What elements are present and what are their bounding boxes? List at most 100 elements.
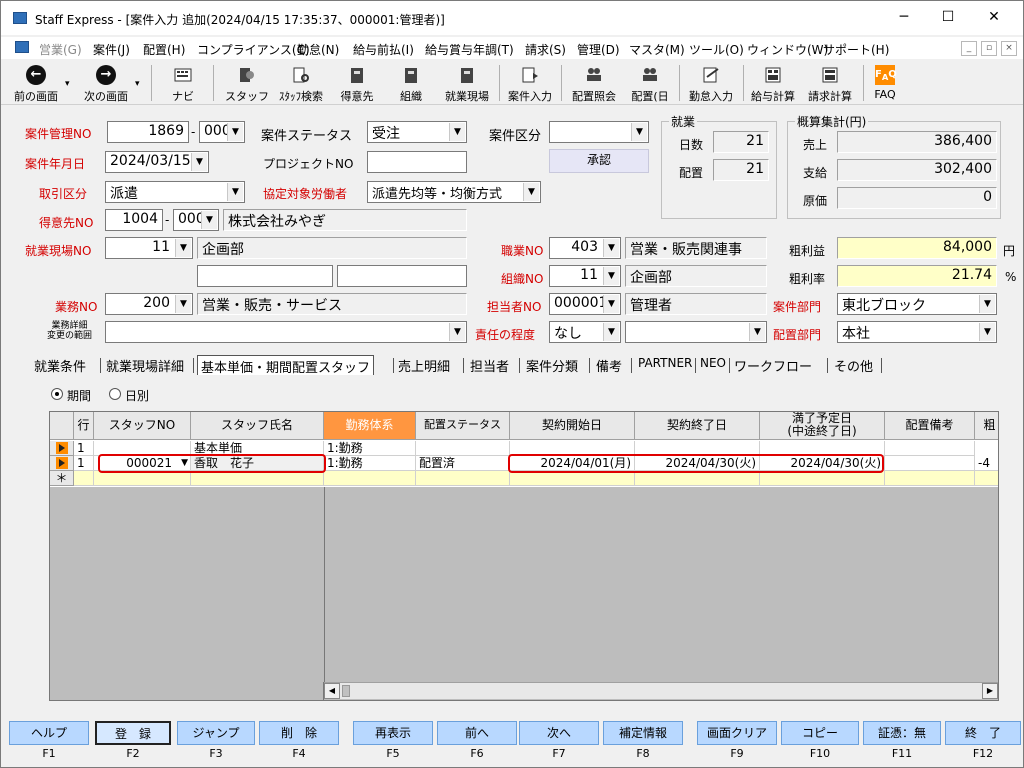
f4-delete-button[interactable]: 削 除 bbox=[259, 721, 339, 745]
resp-combo[interactable]: なし ▼ bbox=[549, 321, 621, 343]
toolbar-workplace-button[interactable]: 就業現場 bbox=[441, 63, 493, 103]
tab-owner[interactable]: 担当者 bbox=[467, 355, 512, 375]
tab-unit-price-staff[interactable]: 基本単価・期間配置スタッフ bbox=[197, 355, 375, 376]
owner-no-combo[interactable]: 000001 ▼ bbox=[549, 293, 621, 315]
tab-remarks[interactable]: 備考 bbox=[593, 355, 625, 375]
table-cell[interactable]: 1:勤務 bbox=[324, 441, 416, 456]
tab-case-class[interactable]: 案件分類 bbox=[523, 355, 581, 375]
table-cell[interactable] bbox=[416, 471, 510, 486]
case-sub-combo[interactable]: 000 ▼ bbox=[199, 121, 245, 143]
table-cell[interactable] bbox=[760, 471, 885, 486]
f10-copy-button[interactable]: コピー bbox=[781, 721, 859, 745]
grid-horizontal-scrollbar[interactable]: ◀ ▶ bbox=[324, 682, 998, 699]
row-header[interactable] bbox=[50, 441, 74, 456]
customer-sub-combo[interactable]: 000 ▼ bbox=[173, 209, 219, 231]
f3-jump-button[interactable]: ジャンプ bbox=[177, 721, 255, 745]
toolbar-billing-button[interactable]: 請求計算 bbox=[803, 63, 857, 103]
date-combo[interactable]: 2024/03/15 ▼ bbox=[105, 151, 209, 173]
col-header-contract-start[interactable]: 契約開始日 bbox=[510, 412, 635, 440]
tab-other[interactable]: その他 bbox=[831, 355, 876, 375]
menu-tools[interactable]: ツール(O) bbox=[689, 41, 744, 58]
table-cell[interactable] bbox=[885, 441, 975, 456]
site-address1-input[interactable] bbox=[197, 265, 333, 287]
col-header-placement-note[interactable]: 配置備考 bbox=[885, 412, 975, 440]
menu-compliance[interactable]: コンプライアンス(C) bbox=[197, 41, 310, 58]
table-cell[interactable] bbox=[885, 471, 975, 486]
table-cell[interactable]: 1:勤務 bbox=[324, 456, 416, 471]
period-radio[interactable] bbox=[51, 388, 63, 400]
col-header-staff-name[interactable]: スタッフ氏名 bbox=[191, 412, 324, 440]
menu-billing[interactable]: 請求(S) bbox=[525, 41, 566, 58]
table-cell[interactable] bbox=[975, 471, 998, 486]
col-header-work-system[interactable]: 勤務体系 bbox=[324, 412, 416, 440]
mdi-restore-button[interactable]: ▫ bbox=[981, 41, 997, 56]
scroll-thumb[interactable] bbox=[342, 685, 350, 697]
f12-exit-button[interactable]: 終 了 bbox=[945, 721, 1021, 745]
detail-combo[interactable]: ▼ bbox=[105, 321, 467, 343]
menu-sales[interactable]: 営業(G) bbox=[39, 41, 82, 58]
toolbar-organization-button[interactable]: 組織 bbox=[389, 63, 433, 103]
table-cell[interactable] bbox=[324, 471, 416, 486]
col-header-placement-status[interactable]: 配置ステータス bbox=[416, 412, 510, 440]
case-no-input[interactable]: 1869 bbox=[107, 121, 189, 143]
col-header-staff-no[interactable]: スタッフNO bbox=[94, 412, 191, 440]
table-cell[interactable] bbox=[885, 456, 975, 471]
scroll-left-icon[interactable]: ◀ bbox=[324, 683, 340, 699]
scroll-right-icon[interactable]: ▶ bbox=[982, 683, 998, 699]
f1-help-button[interactable]: ヘルプ bbox=[9, 721, 89, 745]
table-cell[interactable]: 配置済 bbox=[416, 456, 510, 471]
table-cell[interactable]: -4 bbox=[975, 456, 998, 471]
status-combo[interactable]: 受注 ▼ bbox=[367, 121, 467, 143]
menu-placement[interactable]: 配置(H) bbox=[143, 41, 185, 58]
new-row-marker[interactable]: ＊ bbox=[50, 471, 74, 486]
approve-button[interactable]: 承認 bbox=[549, 149, 649, 173]
table-cell[interactable] bbox=[94, 471, 191, 486]
table-cell[interactable] bbox=[191, 471, 324, 486]
menu-salary[interactable]: 給与賞与年調(T) bbox=[425, 41, 514, 58]
toolbar-payroll-button[interactable]: 給与計算 bbox=[747, 63, 799, 103]
site-no-combo[interactable]: 11 ▼ bbox=[105, 237, 193, 259]
f5-refresh-button[interactable]: 再表示 bbox=[353, 721, 433, 745]
org-no-combo[interactable]: 11 ▼ bbox=[549, 265, 621, 287]
dept-combo[interactable]: 東北ブロック ▼ bbox=[837, 293, 997, 315]
toolbar-staff-search-button[interactable]: ｽﾀｯﾌ検索 bbox=[273, 63, 329, 103]
job-no-combo[interactable]: 403 ▼ bbox=[549, 237, 621, 259]
agreement-combo[interactable]: 派遣先均等・均衡方式 ▼ bbox=[367, 181, 541, 203]
col-header-row[interactable]: 行 bbox=[74, 412, 94, 440]
toolbar-attendance-button[interactable]: 勤怠入力 bbox=[685, 63, 737, 103]
toolbar-navi-button[interactable]: ナビ bbox=[163, 63, 203, 103]
tab-work-conditions[interactable]: 就業条件 bbox=[31, 355, 89, 375]
category-combo[interactable]: ▼ bbox=[549, 121, 649, 143]
f2-register-button[interactable]: 登 録 bbox=[95, 721, 171, 745]
project-input[interactable] bbox=[367, 151, 467, 173]
f7-next-button[interactable]: 次へ bbox=[519, 721, 599, 745]
maximize-button[interactable]: ☐ bbox=[937, 7, 959, 29]
table-cell[interactable] bbox=[416, 441, 510, 456]
forward-dropdown-icon[interactable]: ▾ bbox=[135, 79, 140, 89]
menu-window[interactable]: ウィンドウ(W) bbox=[747, 41, 828, 58]
table-cell[interactable] bbox=[635, 471, 760, 486]
site-address2-input[interactable] bbox=[337, 265, 467, 287]
col-header-expire[interactable]: 満了予定日 (中途終了日) bbox=[760, 412, 885, 440]
f9-clear-button[interactable]: 画面クリア bbox=[697, 721, 777, 745]
menu-attendance[interactable]: 勤怠(N) bbox=[297, 41, 339, 58]
close-button[interactable]: ✕ bbox=[983, 7, 1005, 29]
f8-supplement-button[interactable]: 補定情報 bbox=[603, 721, 683, 745]
col-header-contract-end[interactable]: 契約終了日 bbox=[635, 412, 760, 440]
menu-case[interactable]: 案件(J) bbox=[93, 41, 130, 58]
tab-sales-detail[interactable]: 売上明細 bbox=[395, 355, 453, 375]
tab-neo[interactable]: NEO bbox=[697, 355, 729, 375]
toolbar-case-entry-button[interactable]: 案件入力 bbox=[505, 63, 555, 103]
mdi-minimize-button[interactable]: _ bbox=[961, 41, 977, 56]
tab-site-detail[interactable]: 就業現場詳細 bbox=[103, 355, 187, 375]
work-no-combo[interactable]: 200 ▼ bbox=[105, 293, 193, 315]
toolbar-faq-button[interactable]: FAQ FAQ bbox=[867, 63, 903, 103]
toolbar-forward-button[interactable]: → 次の画面 bbox=[79, 63, 133, 103]
tab-workflow[interactable]: ワークフロー bbox=[731, 355, 815, 375]
place-dept-combo[interactable]: 本社 ▼ bbox=[837, 321, 997, 343]
daily-radio[interactable] bbox=[109, 388, 121, 400]
f11-evidence-button[interactable]: 証憑：無 bbox=[863, 721, 941, 745]
menu-advance-pay[interactable]: 給与前払(I) bbox=[353, 41, 414, 58]
toolbar-back-button[interactable]: ← 前の画面 bbox=[9, 63, 63, 103]
trade-combo[interactable]: 派遣 ▼ bbox=[105, 181, 245, 203]
